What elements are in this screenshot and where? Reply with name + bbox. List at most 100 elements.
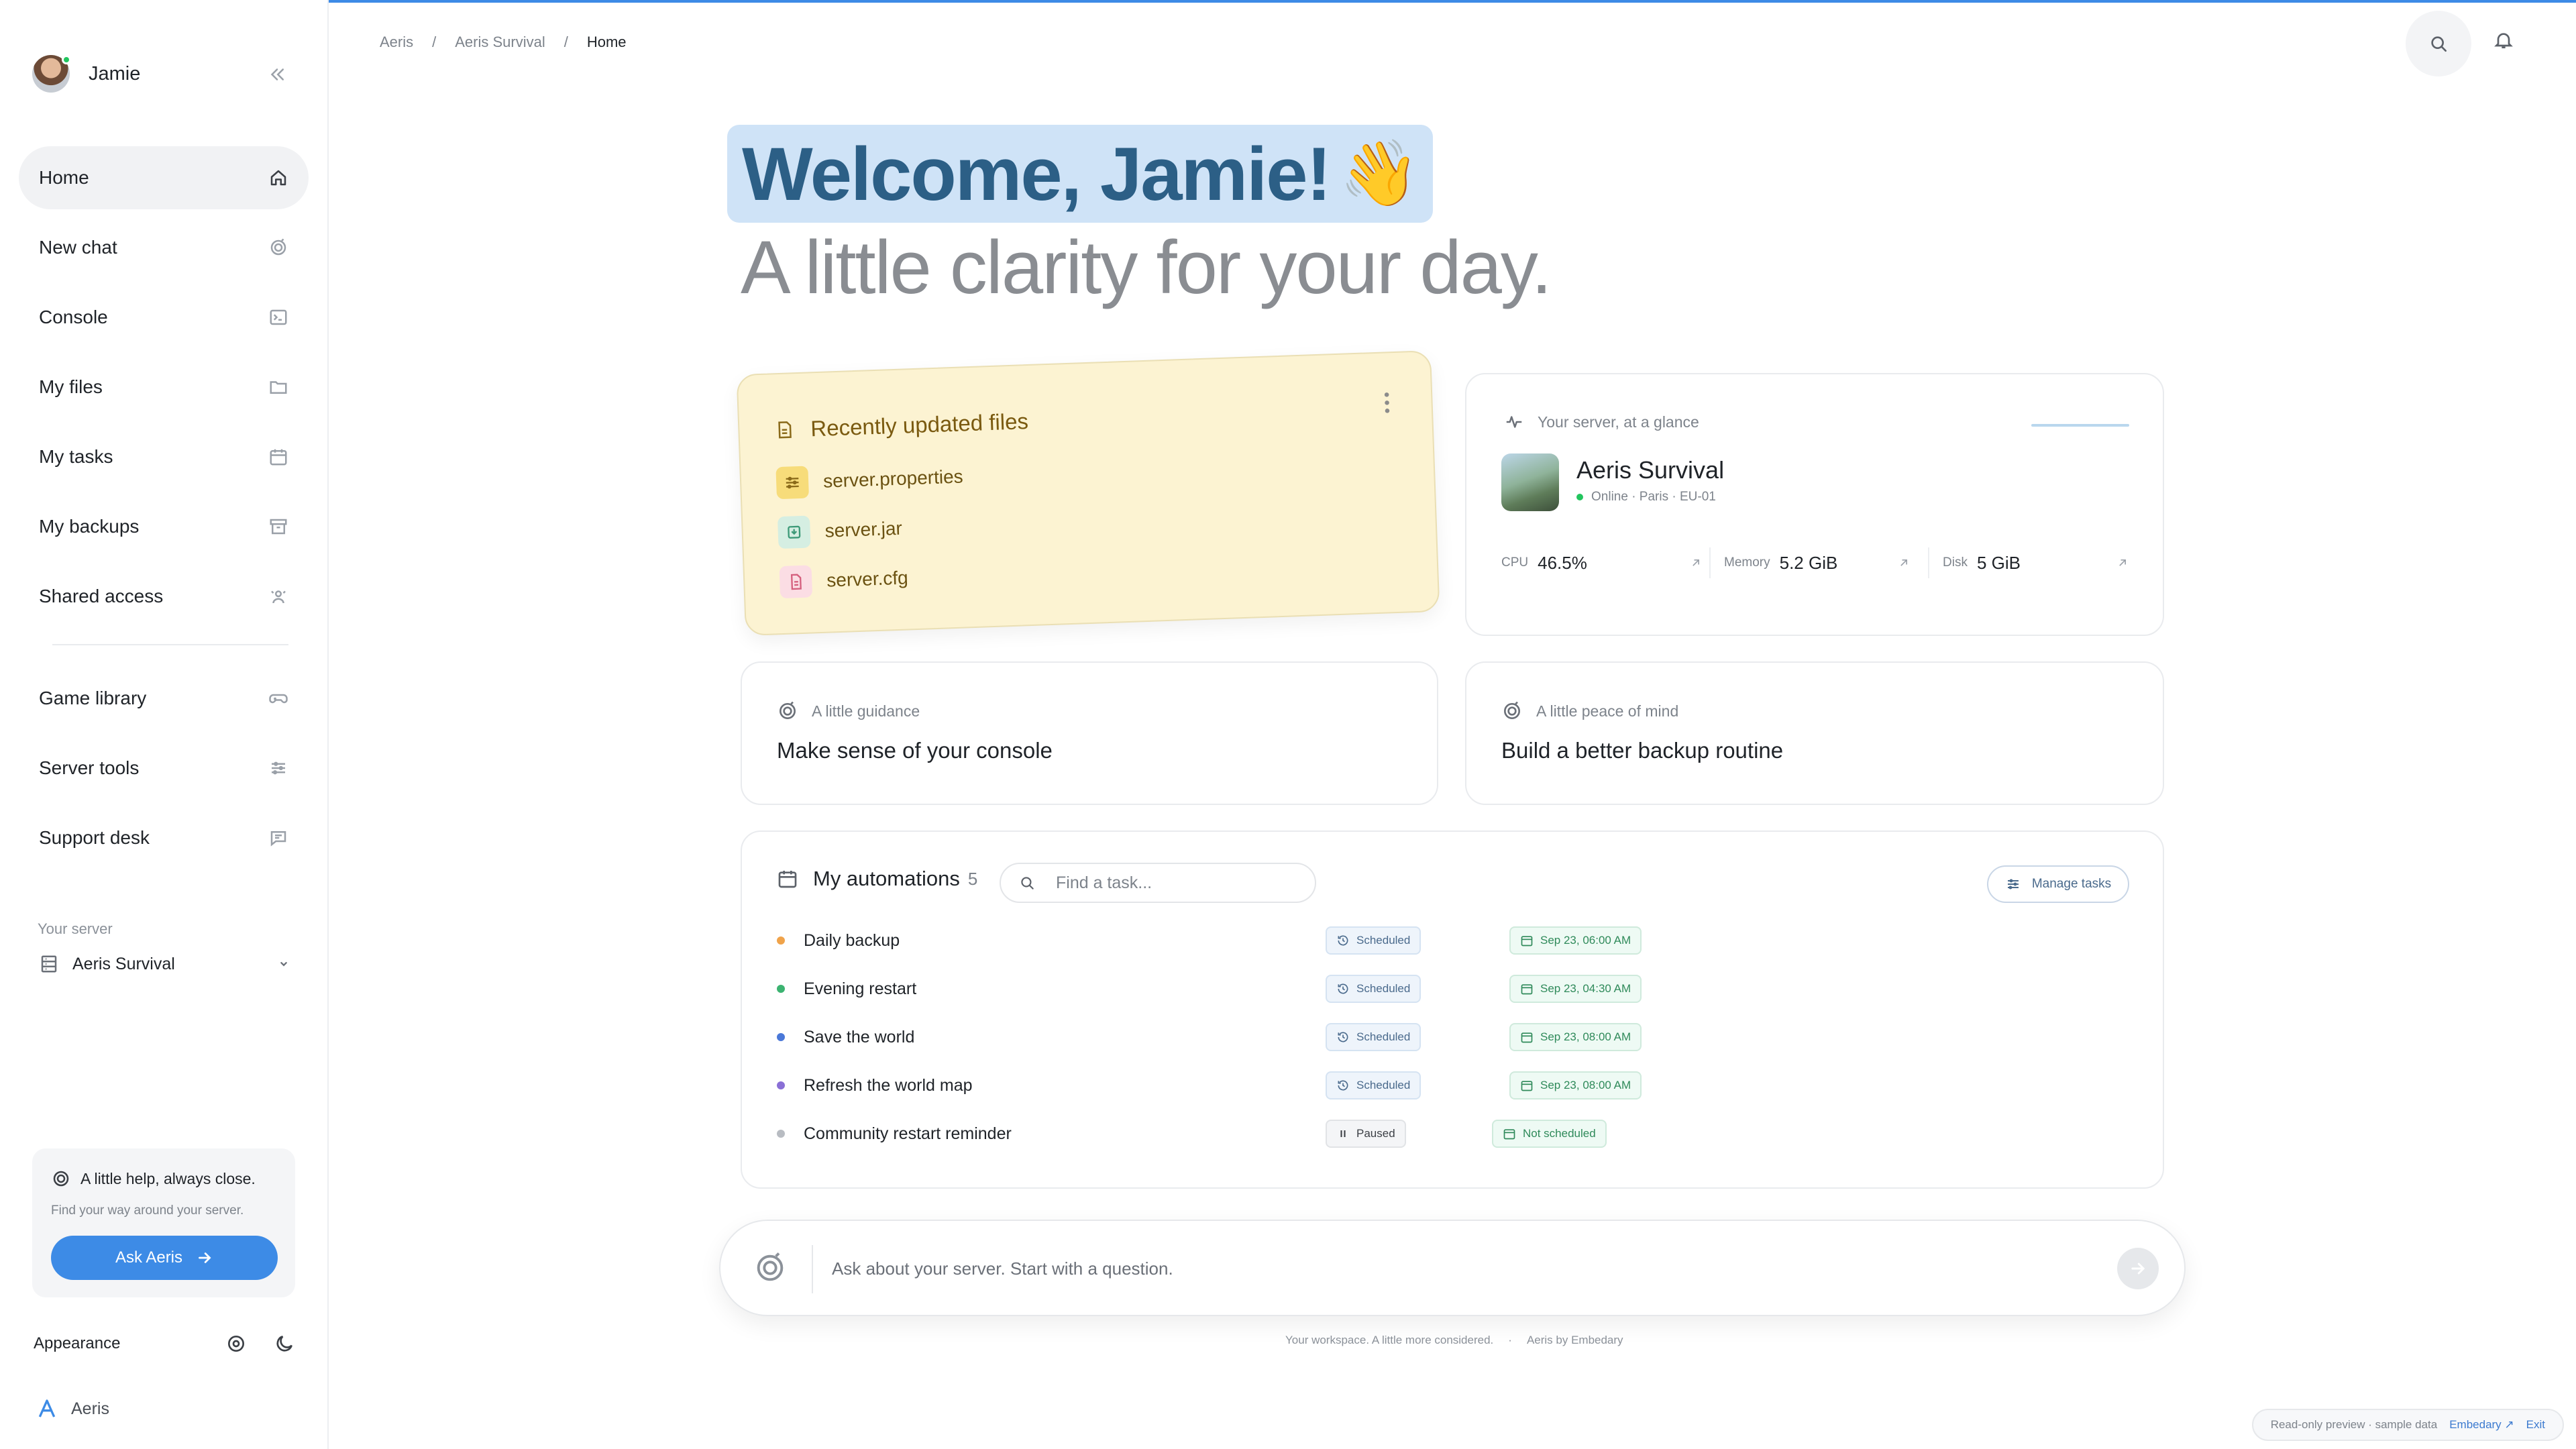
file-badge bbox=[779, 565, 813, 599]
task-search-placeholder: Find a task... bbox=[1056, 873, 1152, 892]
task-row[interactable]: Community restart reminder Paused Not sc… bbox=[777, 1114, 2118, 1154]
breadcrumb-item[interactable]: Aeris bbox=[380, 34, 413, 51]
search-button[interactable] bbox=[2406, 11, 2471, 76]
ask-aeris-button[interactable]: Ask Aeris bbox=[51, 1236, 278, 1280]
collapse-sidebar-icon[interactable] bbox=[267, 64, 287, 85]
file-name: server.properties bbox=[822, 466, 964, 492]
calendar-icon bbox=[1521, 936, 1533, 947]
status-badge: Scheduled bbox=[1326, 926, 1421, 955]
task-name: Refresh the world map bbox=[804, 1075, 973, 1095]
arrow-up-right-icon bbox=[1900, 559, 1907, 566]
history-icon bbox=[1338, 935, 1348, 946]
embedary-link[interactable]: Embedary ↗ bbox=[2449, 1418, 2514, 1432]
help-subtitle: Find your way around your server. bbox=[51, 1203, 244, 1218]
guide-eyebrow: A little peace of mind bbox=[1501, 700, 1678, 722]
status-badge-text: Paused bbox=[1356, 1127, 1395, 1140]
history-icon bbox=[1338, 1080, 1348, 1091]
search-icon bbox=[2431, 36, 2447, 52]
sidebar-item-label: My tasks bbox=[39, 446, 113, 467]
user-profile[interactable]: Jamie bbox=[32, 55, 140, 93]
recent-files-header: Recently updated files bbox=[774, 409, 1029, 443]
sidebar-item-server-tools[interactable]: Server tools bbox=[19, 737, 309, 800]
welcome-text: Welcome, Jamie! bbox=[742, 131, 1332, 216]
file-item[interactable]: server.cfg bbox=[779, 561, 909, 599]
document-icon bbox=[778, 421, 792, 439]
sidebar-item-label: Server tools bbox=[39, 757, 140, 778]
manage-tasks-button[interactable]: Manage tasks bbox=[1987, 865, 2129, 903]
exit-preview-link[interactable]: Exit bbox=[2526, 1418, 2545, 1432]
metric-value: 46.5% bbox=[1538, 552, 1587, 573]
task-row[interactable]: Evening restart Scheduled Sep 23, 04:30 … bbox=[777, 969, 2118, 1009]
sliders-icon bbox=[2007, 879, 2019, 890]
server-glance-eyebrow: Your server, at a glance bbox=[1538, 413, 1699, 431]
recent-files-title: Recently updated files bbox=[810, 409, 1029, 441]
server-thumbnail bbox=[1501, 453, 1559, 511]
user-name: Jamie bbox=[89, 62, 141, 85]
sidebar-item-new-chat[interactable]: New chat bbox=[19, 216, 309, 279]
help-card-title: A little help, always close. bbox=[51, 1169, 276, 1189]
task-name: Evening restart bbox=[804, 979, 917, 998]
task-row[interactable]: Daily backup Scheduled Sep 23, 06:00 AM bbox=[777, 920, 2118, 961]
guide-card-backup[interactable]: A little peace of mind Build a better ba… bbox=[1465, 661, 2164, 805]
breadcrumb-current: Home bbox=[586, 34, 627, 50]
status-badge-text: Scheduled bbox=[1356, 1030, 1411, 1043]
sidebar-item-label: My files bbox=[39, 376, 103, 397]
sidebar-item-my-files[interactable]: My files bbox=[19, 356, 309, 419]
file-item[interactable]: server.jar bbox=[777, 513, 903, 549]
manage-tasks-label: Manage tasks bbox=[2031, 877, 2112, 891]
sidebar-item-support-desk[interactable]: Support desk bbox=[19, 806, 309, 869]
metric-cpu[interactable]: CPU 46.5% bbox=[1501, 547, 1703, 578]
task-name: Daily backup bbox=[804, 930, 900, 950]
server-picker[interactable]: Aeris Survival bbox=[39, 954, 291, 974]
notifications-button[interactable] bbox=[2493, 30, 2520, 56]
task-status-dot bbox=[777, 1081, 785, 1089]
sidebar-item-home[interactable]: Home bbox=[19, 146, 309, 209]
system-theme-icon[interactable] bbox=[225, 1333, 247, 1354]
metric-memory[interactable]: Memory 5.2 GiB bbox=[1709, 547, 1911, 578]
appearance-label: Appearance bbox=[34, 1334, 121, 1352]
sidebar-item-shared-access[interactable]: Shared access bbox=[19, 565, 309, 628]
moon-icon[interactable] bbox=[274, 1333, 295, 1354]
welcome-heading: Welcome, Jamie! 👋 bbox=[727, 125, 1434, 223]
terminal-icon bbox=[270, 309, 287, 325]
server-picker-value: Aeris Survival bbox=[72, 954, 175, 973]
sidebar: Jamie Home New chat Console My files My … bbox=[0, 0, 329, 1449]
send-button[interactable] bbox=[2117, 1248, 2159, 1289]
task-search-field[interactable]: Find a task... bbox=[1000, 863, 1316, 903]
task-status-dot bbox=[777, 1033, 785, 1041]
footer: Your workspace. A little more considered… bbox=[1285, 1334, 1623, 1347]
folder-icon bbox=[270, 381, 287, 394]
task-row[interactable]: Save the world Scheduled Sep 23, 08:00 A… bbox=[777, 1017, 2118, 1057]
schedule-badge-text: Sep 23, 06:00 AM bbox=[1540, 934, 1631, 947]
footer-credit[interactable]: Aeris by Embedary bbox=[1527, 1334, 1623, 1347]
bell-icon bbox=[2494, 33, 2513, 48]
status-badge: Scheduled bbox=[1326, 1071, 1421, 1099]
task-row[interactable]: Refresh the world map Scheduled Sep 23, … bbox=[777, 1065, 2118, 1106]
guide-eyebrow: A little guidance bbox=[777, 700, 920, 722]
server-glance-header: Your server, at a glance bbox=[1504, 412, 1699, 432]
sidebar-item-console[interactable]: Console bbox=[19, 286, 309, 349]
sidebar-item-label: Shared access bbox=[39, 586, 164, 606]
sidebar-item-my-tasks[interactable]: My tasks bbox=[19, 425, 309, 488]
file-badge bbox=[775, 466, 810, 500]
metric-disk[interactable]: Disk 5 GiB bbox=[1928, 547, 2129, 578]
schedule-badge-text: Sep 23, 08:00 AM bbox=[1540, 1079, 1631, 1091]
breadcrumb: Aeris / Aeris Survival / Home bbox=[380, 34, 627, 51]
activity-icon bbox=[1506, 416, 1522, 428]
file-name: server.jar bbox=[824, 517, 903, 541]
history-icon bbox=[1338, 983, 1348, 994]
server-glance-card[interactable]: Your server, at a glance Aeris Survival … bbox=[1465, 373, 2164, 636]
ask-input[interactable] bbox=[832, 1253, 2039, 1284]
breadcrumb-item[interactable]: Aeris Survival bbox=[455, 34, 545, 51]
more-options-icon[interactable] bbox=[1383, 390, 1391, 415]
file-item[interactable]: server.properties bbox=[775, 461, 963, 500]
guide-eyebrow-text: A little guidance bbox=[812, 702, 920, 720]
sidebar-item-my-backups[interactable]: My backups bbox=[19, 495, 309, 558]
archive-icon bbox=[270, 519, 287, 535]
sidebar-item-game-library[interactable]: Game library bbox=[19, 667, 309, 730]
task-status-dot bbox=[777, 1130, 785, 1138]
server-name: Aeris Survival bbox=[1576, 456, 1725, 484]
sidebar-item-label: My backups bbox=[39, 516, 140, 537]
brand[interactable]: Aeris bbox=[36, 1398, 109, 1419]
guide-card-console[interactable]: A little guidance Make sense of your con… bbox=[741, 661, 1438, 805]
